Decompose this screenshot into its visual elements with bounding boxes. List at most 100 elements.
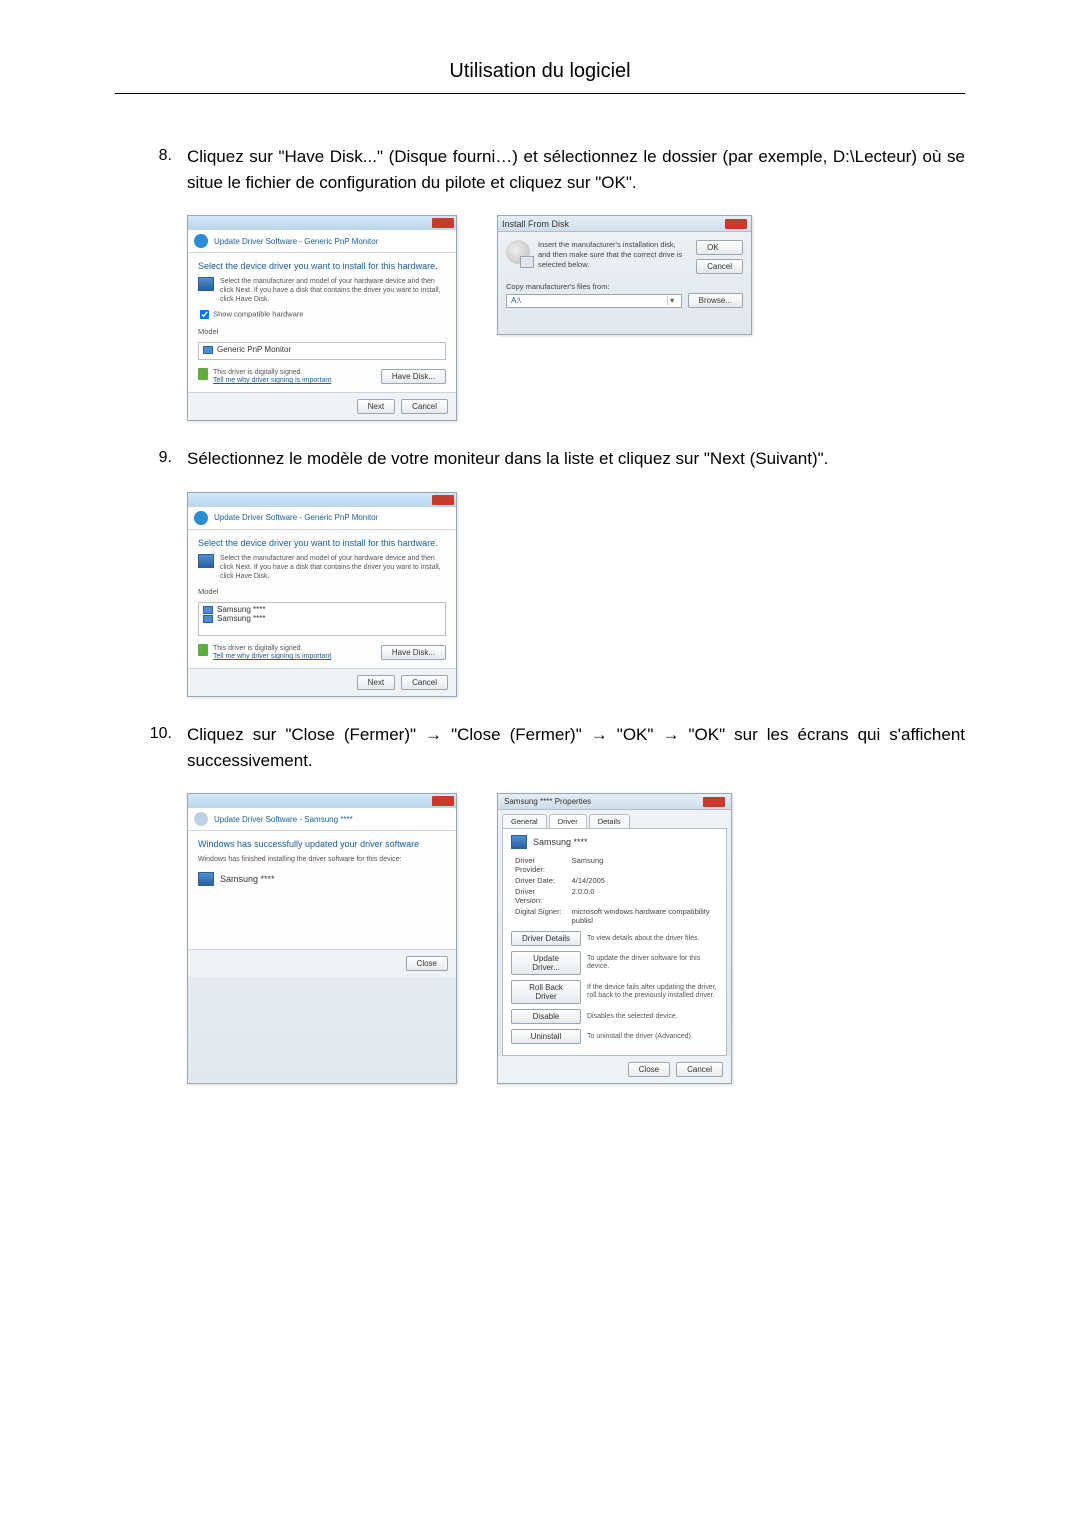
version-value: 2.0.0.0 xyxy=(568,886,718,906)
back-icon[interactable] xyxy=(194,511,208,525)
model-list[interactable]: Generic PnP Monitor xyxy=(198,342,446,360)
driver-details-desc: To view details about the driver files. xyxy=(587,935,718,943)
monitor-icon xyxy=(511,835,527,849)
driver-details-button[interactable]: Driver Details xyxy=(511,931,581,946)
dialog-header: Update Driver Software - Generic PnP Mon… xyxy=(188,230,456,253)
step-8: 8. Cliquez sur "Have Disk..." (Disque fo… xyxy=(115,144,965,195)
model-item[interactable]: Samsung **** xyxy=(203,605,441,614)
monitor-small-icon xyxy=(203,615,213,623)
dialog-header: Update Driver Software - Generic PnP Mon… xyxy=(188,507,456,530)
step-9-text: Sélectionnez le modèle de votre moniteur… xyxy=(187,446,965,472)
copy-from-label: Copy manufacturer's files from: xyxy=(498,278,751,291)
signer-label: Digital Signer: xyxy=(511,906,568,926)
why-signing-link[interactable]: Tell me why driver signing is important xyxy=(213,653,331,660)
step-8-text: Cliquez sur "Have Disk..." (Disque fourn… xyxy=(187,144,965,195)
rollback-driver-desc: If the device fails after updating the d… xyxy=(587,984,718,1001)
cancel-button[interactable]: Cancel xyxy=(676,1062,723,1077)
path-combobox[interactable]: A:\ ▾ xyxy=(506,294,682,308)
disable-desc: Disables the selected device. xyxy=(587,1013,718,1021)
have-disk-button[interactable]: Have Disk... xyxy=(381,645,446,660)
back-icon[interactable] xyxy=(194,234,208,248)
step-9: 9. Sélectionnez le modèle de votre monit… xyxy=(115,446,965,472)
step-10: 10. Cliquez sur "Close (Fermer)" → "Clos… xyxy=(115,722,965,773)
compatible-checkbox[interactable] xyxy=(200,310,209,319)
update-driver-button[interactable]: Update Driver... xyxy=(511,951,581,975)
cancel-button[interactable]: Cancel xyxy=(401,675,448,690)
close-icon[interactable] xyxy=(432,796,454,806)
monitor-small-icon xyxy=(203,606,213,614)
model-label: Model xyxy=(198,587,446,596)
step-10-number: 10. xyxy=(115,722,187,773)
ok-button[interactable]: OK xyxy=(696,240,743,255)
ifd-message: Insert the manufacturer's installation d… xyxy=(538,240,688,274)
why-signing-link[interactable]: Tell me why driver signing is important xyxy=(213,377,331,384)
close-icon[interactable] xyxy=(432,218,454,228)
close-button[interactable]: Close xyxy=(628,1062,670,1077)
step-9-number: 9. xyxy=(115,446,187,472)
tab-details[interactable]: Details xyxy=(589,814,630,828)
browse-button[interactable]: Browse... xyxy=(688,293,743,308)
signed-text: This driver is digitally signed. xyxy=(213,368,331,377)
chevron-down-icon[interactable]: ▾ xyxy=(667,296,677,305)
path-value: A:\ xyxy=(511,296,521,305)
monitor-icon xyxy=(198,554,214,568)
close-button[interactable]: Close xyxy=(406,956,448,971)
success-line: Windows has finished installing the driv… xyxy=(198,855,446,864)
monitor-small-icon xyxy=(203,346,213,354)
model-item-label: Samsung **** xyxy=(217,605,265,614)
dialog-select-driver-2: Update Driver Software - Generic PnP Mon… xyxy=(187,492,457,697)
dialog-title: Update Driver Software - Samsung **** xyxy=(214,815,353,824)
model-item-label: Generic PnP Monitor xyxy=(217,345,291,354)
dialog-heading: Select the device driver you want to ins… xyxy=(198,261,446,271)
page-title: Utilisation du logiciel xyxy=(115,60,965,94)
uninstall-desc: To uninstall the driver (Advanced). xyxy=(587,1033,718,1041)
model-list[interactable]: Samsung **** Samsung **** xyxy=(198,602,446,636)
model-item[interactable]: Samsung **** xyxy=(203,614,441,623)
shield-icon xyxy=(198,368,208,380)
step-8-number: 8. xyxy=(115,144,187,195)
tab-general[interactable]: General xyxy=(502,814,547,828)
titlebar xyxy=(188,794,456,808)
props-title: Samsung **** Properties xyxy=(504,797,591,806)
disable-button[interactable]: Disable xyxy=(511,1009,581,1024)
cancel-button[interactable]: Cancel xyxy=(696,259,743,274)
dialog-update-success: Update Driver Software - Samsung **** Wi… xyxy=(187,793,457,1084)
close-icon[interactable] xyxy=(725,219,747,229)
provider-value: Samsung xyxy=(568,855,718,875)
dialog-heading: Select the device driver you want to ins… xyxy=(198,538,446,548)
update-driver-desc: To update the driver software for this d… xyxy=(587,955,718,972)
next-button[interactable]: Next xyxy=(357,675,395,690)
back-icon[interactable] xyxy=(194,812,208,826)
dialog-title: Update Driver Software - Generic PnP Mon… xyxy=(214,237,378,246)
dialog-title: Update Driver Software - Generic PnP Mon… xyxy=(214,513,378,522)
dialog-select-driver-1: Update Driver Software - Generic PnP Mon… xyxy=(187,215,457,421)
success-heading: Windows has successfully updated your dr… xyxy=(198,839,446,849)
dialog-properties: Samsung **** Properties General Driver D… xyxy=(497,793,732,1084)
tab-driver[interactable]: Driver xyxy=(549,814,587,828)
date-label: Driver Date: xyxy=(511,875,568,886)
signer-value: microsoft windows hardware compatibility… xyxy=(568,906,718,926)
shield-icon xyxy=(198,644,208,656)
dialog-desc: Select the manufacturer and model of you… xyxy=(220,277,446,304)
disk-icon xyxy=(506,240,530,264)
rollback-driver-button[interactable]: Roll Back Driver xyxy=(511,980,581,1004)
uninstall-button[interactable]: Uninstall xyxy=(511,1029,581,1044)
dialog-header: Update Driver Software - Samsung **** xyxy=(188,808,456,831)
monitor-icon xyxy=(198,872,214,886)
close-icon[interactable] xyxy=(432,495,454,505)
signed-text: This driver is digitally signed. xyxy=(213,644,331,653)
titlebar xyxy=(188,493,456,507)
date-value: 4/14/2005 xyxy=(568,875,718,886)
device-name: Samsung **** xyxy=(533,837,588,847)
monitor-icon xyxy=(198,277,214,291)
dialog-desc: Select the manufacturer and model of you… xyxy=(220,554,446,581)
have-disk-button[interactable]: Have Disk... xyxy=(381,369,446,384)
compatible-label: Show compatible hardware xyxy=(213,310,303,319)
model-label: Model xyxy=(198,327,446,336)
titlebar xyxy=(188,216,456,230)
next-button[interactable]: Next xyxy=(357,399,395,414)
cancel-button[interactable]: Cancel xyxy=(401,399,448,414)
model-item[interactable]: Generic PnP Monitor xyxy=(203,345,441,354)
device-name: Samsung **** xyxy=(220,874,275,884)
close-icon[interactable] xyxy=(703,797,725,807)
